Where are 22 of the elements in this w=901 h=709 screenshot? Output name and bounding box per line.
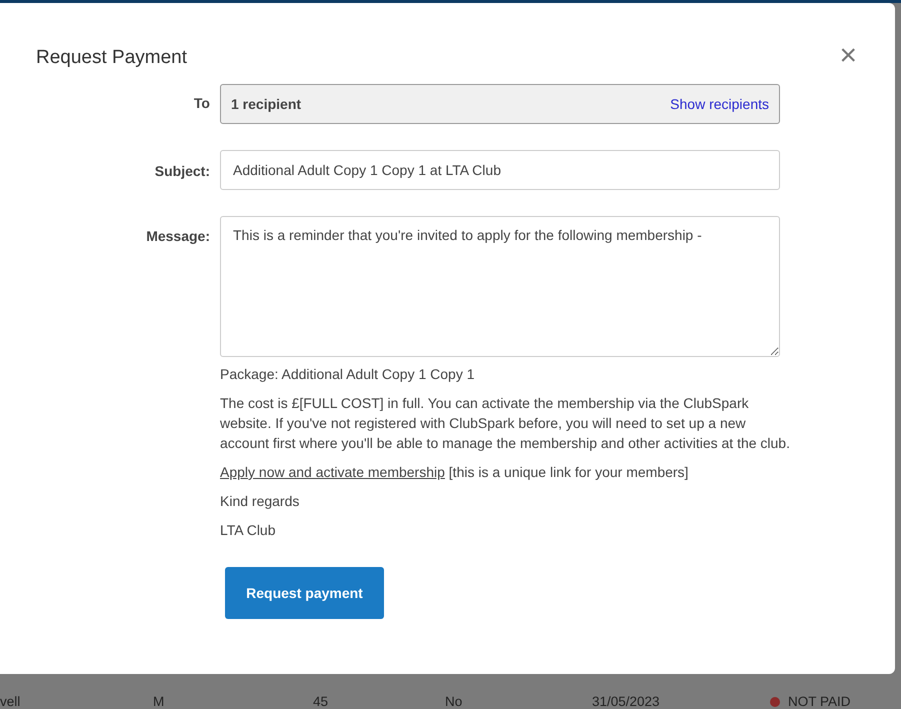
package-text: Package: Additional Adult Copy 1 Copy 1 <box>220 365 476 384</box>
signature-text: LTA Club <box>220 521 277 540</box>
message-field[interactable]: This is a reminder that you're invited to apply for the following membership - <box>220 216 780 357</box>
table-cell-text: No <box>445 694 464 709</box>
subject-field[interactable]: Additional Adult Copy 1 Copy 1 at LTA Club <box>220 150 780 190</box>
to-label: To <box>192 94 210 111</box>
recipient-count: 1 recipient <box>231 96 302 112</box>
table-cell-text: 45 <box>313 694 330 709</box>
table-cell-text: vell <box>0 694 22 709</box>
apply-line: Apply now and activate membership [this is a unique link for your members] <box>220 463 690 482</box>
request-payment-button[interactable]: Request payment <box>225 567 384 619</box>
dialog-title: Request Payment <box>36 47 188 69</box>
status-text: NOT PAID <box>788 694 851 709</box>
cost-paragraph: The cost is £[FULL COST] in full. You can activate the membership via the ClubSpark website. If you've not registered with ClubSpark before, you will need to set up a new account first where you'll be able to manage the membership and other activities at the club. <box>220 394 791 453</box>
closing-text: Kind regards <box>220 492 300 511</box>
close-button[interactable]: × <box>839 41 857 71</box>
show-recipients-link[interactable]: Show recipients <box>670 96 769 112</box>
table-cell-text: 31/05/2023 <box>592 694 661 709</box>
table-cell-text: M <box>153 694 166 709</box>
apply-link[interactable]: Apply now and activate membership <box>220 464 445 480</box>
message-label: Message: <box>145 227 210 244</box>
subject-label: Subject: <box>154 162 210 179</box>
